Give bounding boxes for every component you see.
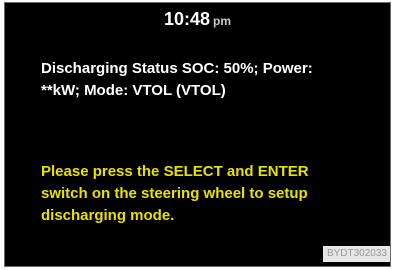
instruction-line-1: Please press the SELECT and ENTER — [41, 163, 309, 180]
discharging-status-message: Discharging Status SOC: 50%; Power: **kW… — [41, 58, 386, 102]
setup-instruction-message: Please press the SELECT and ENTER switch… — [41, 161, 386, 227]
instruction-line-2: switch on the steering wheel to setup — [41, 185, 308, 202]
figure-code-label: BYDT302033 — [322, 246, 390, 262]
status-line-1: Discharging Status SOC: 50%; Power: — [41, 60, 313, 77]
instruction-line-3: discharging mode. — [41, 207, 175, 224]
clock-ampm: pm — [213, 14, 232, 28]
status-line-2: **kW; Mode: VTOL (VTOL) — [41, 82, 226, 99]
clock: 10:48 pm — [5, 10, 390, 29]
clock-time: 10:48 — [163, 9, 211, 29]
display-screen: 10:48 pm Discharging Status SOC: 50%; Pow… — [4, 2, 391, 267]
